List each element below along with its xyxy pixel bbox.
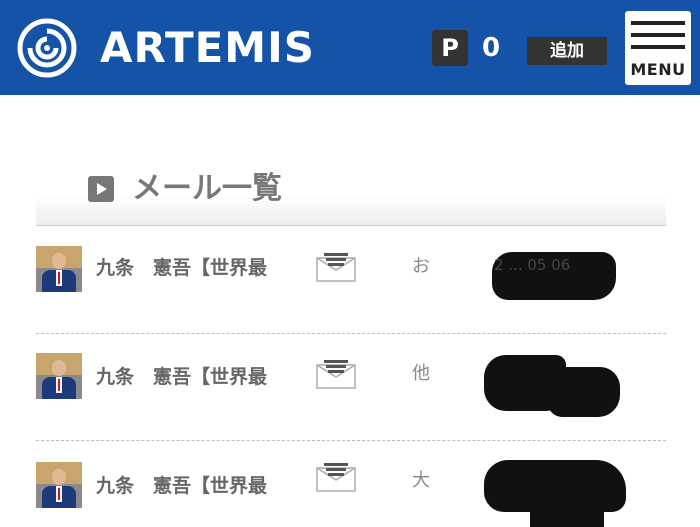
- mail-sender: 九条 憲吾【世界最: [96, 475, 268, 497]
- sender-avatar: [36, 462, 82, 508]
- mail-list-item[interactable]: 九条 憲吾【世界最 お 2 ... 05 06: [36, 226, 666, 334]
- envelope-icon: [316, 253, 356, 282]
- redacted-date: [530, 490, 604, 527]
- envelope-icon: [316, 360, 356, 389]
- hamburger-icon: [631, 21, 685, 25]
- mail-date: 2 ... 05 06: [494, 256, 571, 274]
- envelope-icon: [316, 463, 356, 492]
- mail-list-heading: メール一覧: [36, 160, 666, 226]
- mail-subject: お: [412, 256, 430, 277]
- app-logo-text[interactable]: ARTEMIS: [100, 20, 315, 76]
- app-header: ARTEMIS P 0 追加 MENU: [0, 0, 700, 95]
- add-points-button[interactable]: 追加: [527, 37, 607, 65]
- hamburger-icon: [631, 45, 685, 49]
- sender-avatar: [36, 246, 82, 292]
- menu-button[interactable]: MENU: [625, 11, 691, 85]
- sender-avatar: [36, 353, 82, 399]
- points-badge: P: [432, 30, 468, 66]
- mail-sender: 九条 憲吾【世界最: [96, 257, 268, 279]
- hamburger-icon: [631, 33, 685, 37]
- points-value: 0: [482, 33, 501, 63]
- mail-list-item[interactable]: 九条 憲吾【世界最 大: [36, 440, 666, 527]
- menu-label: MENU: [630, 60, 686, 79]
- play-square-icon: [88, 176, 114, 202]
- mail-subject: 他: [412, 363, 430, 384]
- mail-sender: 九条 憲吾【世界最: [96, 366, 268, 388]
- redacted-date: [548, 367, 620, 417]
- mail-list-item[interactable]: 九条 憲吾【世界最 他: [36, 333, 666, 441]
- spiral-logo-icon[interactable]: [16, 17, 78, 79]
- page-title: メール一覧: [132, 171, 282, 206]
- mail-subject: 大: [412, 470, 430, 491]
